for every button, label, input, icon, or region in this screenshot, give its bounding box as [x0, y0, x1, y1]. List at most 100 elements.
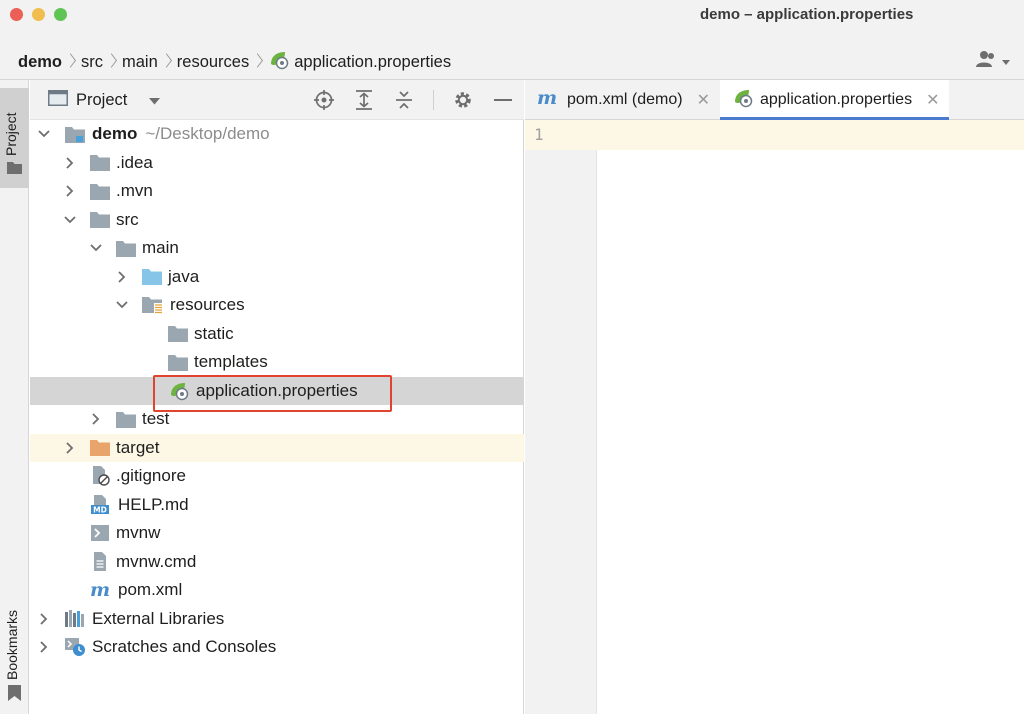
chevron-right-icon — [66, 53, 74, 73]
chevron-down-icon — [1002, 53, 1010, 71]
chevron-right-icon[interactable] — [64, 157, 76, 169]
tree-item-demo[interactable]: demo ~/Desktop/demo — [30, 120, 524, 149]
tree-item-gitignore[interactable]: .gitignore — [30, 462, 524, 491]
breadcrumb-item-src[interactable]: src — [81, 53, 122, 73]
tree-item-java[interactable]: java — [30, 263, 524, 292]
tree-item-label: HELP.md — [118, 494, 189, 514]
project-view-selector[interactable]: Project — [48, 90, 161, 111]
tree-item-label: mvnw.cmd — [116, 551, 197, 571]
tree-item-static[interactable]: static — [30, 320, 524, 349]
bookmark-icon — [8, 685, 21, 706]
project-panel-header: Project — [30, 80, 524, 120]
tool-window-stripe: Project Bookmarks — [0, 80, 29, 714]
tree-item-label: Scratches and Consoles — [92, 637, 277, 657]
breadcrumb: demo src main resources application.prop… — [18, 50, 451, 75]
chevron-right-icon[interactable] — [64, 442, 76, 454]
tree-item-templates[interactable]: templates — [30, 348, 524, 377]
tree-item-label: main — [142, 238, 179, 258]
folder-icon — [90, 211, 110, 229]
tree-item-mvn[interactable]: .mvn — [30, 177, 524, 206]
editor-tabs: m pom.xml (demo) ✕ application.propertie… — [525, 80, 1024, 120]
close-window-button[interactable] — [10, 8, 23, 21]
folder-icon — [168, 325, 188, 343]
minimize-window-button[interactable] — [32, 8, 45, 21]
project-view-label: Project — [76, 91, 128, 109]
tree-item-label: demo — [92, 124, 138, 144]
breadcrumb-label: main — [122, 53, 158, 71]
project-tool-window-button[interactable]: Project — [0, 88, 29, 188]
editor-current-line[interactable] — [597, 120, 1024, 150]
tree-item-mvnw[interactable]: mvnw — [30, 519, 524, 548]
breadcrumb-item-application-properties[interactable]: application.properties — [268, 50, 451, 75]
project-panel: Project demo ~/Desktop/demo .idea .mvn s… — [30, 80, 524, 714]
tree-item-application-properties[interactable]: application.properties — [30, 374, 524, 412]
tree-item-label: java — [168, 266, 200, 286]
editor-gutter: 1 — [525, 120, 597, 714]
tree-item-test[interactable]: test — [30, 405, 524, 434]
chevron-down-icon[interactable] — [116, 299, 128, 311]
tree-item-label: static — [194, 323, 234, 343]
maven-icon: m — [537, 87, 561, 112]
chevron-down-icon[interactable] — [64, 214, 76, 226]
tree-item-label: mvnw — [116, 523, 161, 543]
hide-icon[interactable] — [492, 89, 514, 111]
tree-item-label: .idea — [116, 152, 153, 172]
expand-all-icon[interactable] — [353, 89, 375, 111]
tree-item-label: .mvn — [116, 181, 153, 201]
editor-area: m pom.xml (demo) ✕ application.propertie… — [525, 80, 1024, 714]
collapse-all-icon[interactable] — [393, 89, 415, 111]
tab-application-properties[interactable]: application.properties ✕ — [719, 80, 950, 120]
tree-item-pom-xml[interactable]: m pom.xml — [30, 576, 524, 605]
breadcrumb-label: application.properties — [294, 53, 452, 71]
tree-item-external-libraries[interactable]: External Libraries — [30, 605, 524, 634]
window-title: demo – application.properties — [700, 6, 914, 23]
tree-item-label: templates — [194, 352, 268, 372]
chevron-down-icon[interactable] — [90, 242, 102, 254]
chevron-right-icon[interactable] — [64, 185, 76, 197]
chevron-right-icon[interactable] — [38, 613, 50, 625]
chevron-right-icon[interactable] — [38, 641, 50, 653]
close-icon[interactable]: ✕ — [697, 90, 710, 110]
tree-item-mvnw-cmd[interactable]: mvnw.cmd — [30, 548, 524, 577]
chevron-right-icon[interactable] — [116, 271, 128, 283]
breadcrumb-item-resources[interactable]: resources — [177, 53, 268, 73]
tree-item-label: target — [116, 437, 160, 457]
tree-item-resources[interactable]: resources — [30, 291, 524, 320]
chevron-down-icon[interactable] — [38, 128, 50, 140]
tree-item-label: src — [116, 209, 139, 229]
tree-item-main[interactable]: main — [30, 234, 524, 263]
account-button[interactable] — [976, 50, 1010, 73]
tree-item-idea[interactable]: .idea — [30, 149, 524, 178]
tree-item-src[interactable]: src — [30, 206, 524, 235]
tree-item-help-md[interactable]: MD HELP.md — [30, 491, 524, 520]
project-panel-toolbar — [313, 89, 514, 111]
breadcrumb-item-main[interactable]: main — [122, 53, 177, 73]
ignore-file-icon — [90, 466, 110, 486]
breadcrumb-item-demo[interactable]: demo — [18, 53, 81, 73]
toolbar-separator — [433, 90, 434, 110]
line-number: 1 — [534, 125, 544, 144]
chevron-right-icon — [107, 53, 115, 73]
resources-folder-icon — [142, 296, 164, 315]
spring-properties-icon — [732, 88, 754, 113]
locate-icon[interactable] — [313, 89, 335, 111]
tab-pom-xml[interactable]: m pom.xml (demo) ✕ — [525, 80, 720, 120]
svg-text:m: m — [90, 581, 110, 599]
tree-item-path-hint: ~/Desktop/demo — [145, 124, 270, 144]
close-icon[interactable]: ✕ — [926, 90, 939, 110]
chevron-right-icon — [162, 53, 170, 73]
tree-item-label: test — [142, 409, 170, 429]
chevron-right-icon[interactable] — [90, 413, 102, 425]
maximize-window-button[interactable] — [54, 8, 67, 21]
stripe-project-label: Project — [3, 112, 19, 156]
source-folder-icon — [142, 268, 162, 286]
bookmarks-tool-window-button[interactable]: Bookmarks — [4, 590, 20, 680]
tree-item-target[interactable]: target — [30, 433, 524, 462]
module-folder-icon — [64, 125, 86, 144]
tab-label: pom.xml (demo) — [567, 91, 683, 108]
tab-label: application.properties — [759, 91, 913, 108]
gear-icon[interactable] — [452, 89, 474, 111]
tree-item-scratches-and-consoles[interactable]: Scratches and Consoles — [30, 633, 524, 662]
maven-icon: m — [90, 581, 112, 599]
tree-item-label: application.properties — [196, 380, 358, 400]
